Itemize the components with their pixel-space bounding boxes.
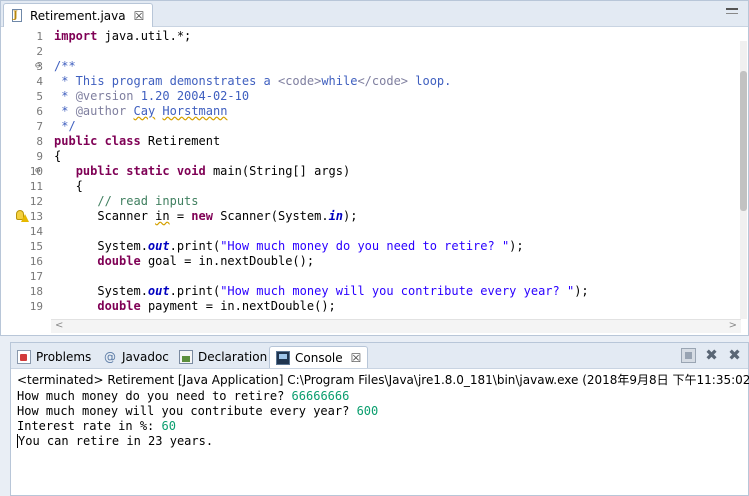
code-text: System.out.print("How much money will yo… bbox=[54, 284, 589, 298]
code-text: /** bbox=[54, 59, 76, 73]
tab-javadoc-label: Javadoc bbox=[122, 350, 169, 364]
line-number: 6 bbox=[36, 105, 43, 118]
code-line[interactable]: 3 ⊖/** bbox=[1, 59, 741, 74]
code-line[interactable]: 16 double goal = in.nextDouble(); bbox=[1, 254, 741, 269]
maximize-icon[interactable] bbox=[726, 13, 738, 16]
console-status: <terminated> Retirement [Java Applicatio… bbox=[17, 373, 749, 387]
code-line[interactable]: 10 ⊖ public static void main(String[] arg… bbox=[1, 164, 741, 179]
editor-tabbar: J Retirement.java ☒ bbox=[1, 1, 748, 27]
terminate-icon[interactable] bbox=[681, 348, 696, 363]
code-text: Scanner in = new Scanner(System.in); bbox=[54, 209, 358, 223]
line-number: 9 bbox=[36, 150, 43, 163]
code-text: System.out.print("How much money do you … bbox=[54, 239, 524, 253]
java-file-icon: J bbox=[10, 8, 24, 23]
code-line[interactable]: 5 * @version 1.20 2004-02-10 bbox=[1, 89, 741, 104]
warning-lightbulb-icon[interactable] bbox=[16, 210, 29, 222]
code-text: double payment = in.nextDouble(); bbox=[97, 299, 336, 313]
fold-toggle-icon[interactable]: ⊖ bbox=[35, 59, 40, 74]
line-number: 18 bbox=[29, 285, 43, 298]
scroll-left-icon[interactable]: < bbox=[55, 320, 63, 331]
code-line[interactable]: 9{ bbox=[1, 149, 741, 164]
close-tab-icon[interactable]: ☒ bbox=[134, 9, 145, 23]
code-text: * @author Cay Horstmann bbox=[54, 104, 228, 118]
code-text: * This program demonstrates a <code>whil… bbox=[54, 74, 452, 88]
line-number: 17 bbox=[29, 270, 43, 283]
console-line: You can retire in 23 years. bbox=[17, 434, 214, 448]
code-line[interactable]: 18 System.out.print("How much money will… bbox=[1, 284, 741, 299]
line-number: 11 bbox=[29, 180, 43, 193]
line-number: 8 bbox=[36, 135, 43, 148]
declaration-icon bbox=[179, 350, 193, 364]
code-line[interactable]: 14 bbox=[1, 224, 741, 239]
horizontal-scrollbar[interactable]: < > bbox=[51, 319, 741, 333]
code-text: { bbox=[54, 149, 62, 163]
eclipse-window: J Retirement.java ☒ 1 import java.util.*;… bbox=[0, 0, 749, 496]
remove-launch-icon[interactable]: ✖ bbox=[704, 348, 719, 363]
javadoc-icon: @ bbox=[104, 350, 116, 364]
line-number: 5 bbox=[36, 90, 43, 103]
console-line: How much money will you contribute every… bbox=[17, 404, 379, 418]
console-tabbar: Problems @ Javadoc Declaration Console ☒… bbox=[11, 343, 748, 369]
editor-panel: J Retirement.java ☒ 1 import java.util.*;… bbox=[0, 0, 749, 336]
console-icon bbox=[276, 350, 290, 365]
scrollbar-thumb[interactable] bbox=[740, 71, 747, 211]
code-text: * @version 1.20 2004-02-10 bbox=[54, 89, 250, 103]
code-line[interactable]: 12 // read inputs bbox=[1, 194, 741, 209]
line-number: 16 bbox=[29, 255, 43, 268]
user-input-text: 600 bbox=[356, 404, 379, 418]
tab-problems[interactable]: Problems bbox=[17, 346, 91, 368]
line-number: 4 bbox=[36, 75, 43, 88]
code-text: { bbox=[54, 179, 83, 193]
console-line: Interest rate in %: 60 bbox=[17, 419, 176, 433]
close-console-icon[interactable]: ☒ bbox=[351, 351, 362, 365]
line-number: 14 bbox=[29, 225, 43, 238]
code-line[interactable]: 15 System.out.print("How much money do y… bbox=[1, 239, 741, 254]
console-line: How much money do you need to retire? 66… bbox=[17, 389, 350, 403]
remove-all-icon[interactable]: ✖ bbox=[727, 348, 742, 363]
vertical-scrollbar[interactable] bbox=[740, 41, 747, 319]
user-input-text: 60 bbox=[161, 419, 176, 433]
code-line[interactable]: 2 bbox=[1, 44, 741, 59]
tab-problems-label: Problems bbox=[36, 350, 92, 364]
code-text: public class Retirement bbox=[54, 134, 221, 148]
minimize-icon[interactable] bbox=[726, 8, 738, 11]
scroll-right-icon[interactable]: > bbox=[729, 320, 737, 331]
tab-declaration[interactable]: Declaration bbox=[179, 346, 267, 368]
code-line[interactable]: 13 Scanner in = new Scanner(System.in); bbox=[1, 209, 741, 224]
code-line[interactable]: 11 { bbox=[1, 179, 741, 194]
console-output[interactable]: How much money do you need to retire? 66… bbox=[17, 389, 742, 449]
code-text: import java.util.*; bbox=[54, 29, 192, 43]
code-line[interactable]: 17 bbox=[1, 269, 741, 284]
code-line[interactable]: 1 import java.util.*; bbox=[1, 29, 741, 44]
editor-tab-retirement[interactable]: J Retirement.java ☒ bbox=[3, 3, 153, 27]
code-text: // read inputs bbox=[54, 194, 199, 208]
tab-javadoc[interactable]: @ Javadoc bbox=[103, 346, 169, 368]
line-number: 19 bbox=[29, 300, 43, 313]
line-number: 15 bbox=[29, 240, 43, 253]
editor-tab-label: Retirement.java bbox=[30, 8, 126, 23]
console-panel: Problems @ Javadoc Declaration Console ☒… bbox=[10, 342, 749, 496]
code-text: double goal = in.nextDouble(); bbox=[97, 254, 315, 268]
line-number: 2 bbox=[36, 45, 43, 58]
code-text: */ bbox=[54, 119, 76, 133]
tab-console[interactable]: Console ☒ bbox=[269, 346, 369, 368]
code-line[interactable]: 19 double payment = in.nextDouble(); bbox=[1, 299, 741, 314]
problems-icon bbox=[17, 350, 31, 364]
tab-console-label: Console bbox=[295, 350, 343, 365]
tab-declaration-label: Declaration bbox=[198, 350, 268, 364]
code-line[interactable]: 4 * This program demonstrates a <code>wh… bbox=[1, 74, 741, 89]
user-input-text: 66666666 bbox=[291, 389, 350, 403]
code-line[interactable]: 7 */ bbox=[1, 119, 741, 134]
code-line[interactable]: 6 * @author Cay Horstmann bbox=[1, 104, 741, 119]
code-text: public static void main(String[] args) bbox=[75, 164, 351, 178]
console-toolbar: ✖ ✖ bbox=[681, 348, 742, 363]
line-number: 1 bbox=[36, 30, 43, 43]
line-number: 12 bbox=[29, 195, 43, 208]
code-area[interactable]: 1 import java.util.*; 2 3 ⊖/** 4 * This progr… bbox=[1, 27, 741, 319]
fold-toggle-icon[interactable]: ⊖ bbox=[35, 164, 40, 179]
line-number: 7 bbox=[36, 120, 43, 133]
code-line[interactable]: 8 public class Retirement bbox=[1, 134, 741, 149]
